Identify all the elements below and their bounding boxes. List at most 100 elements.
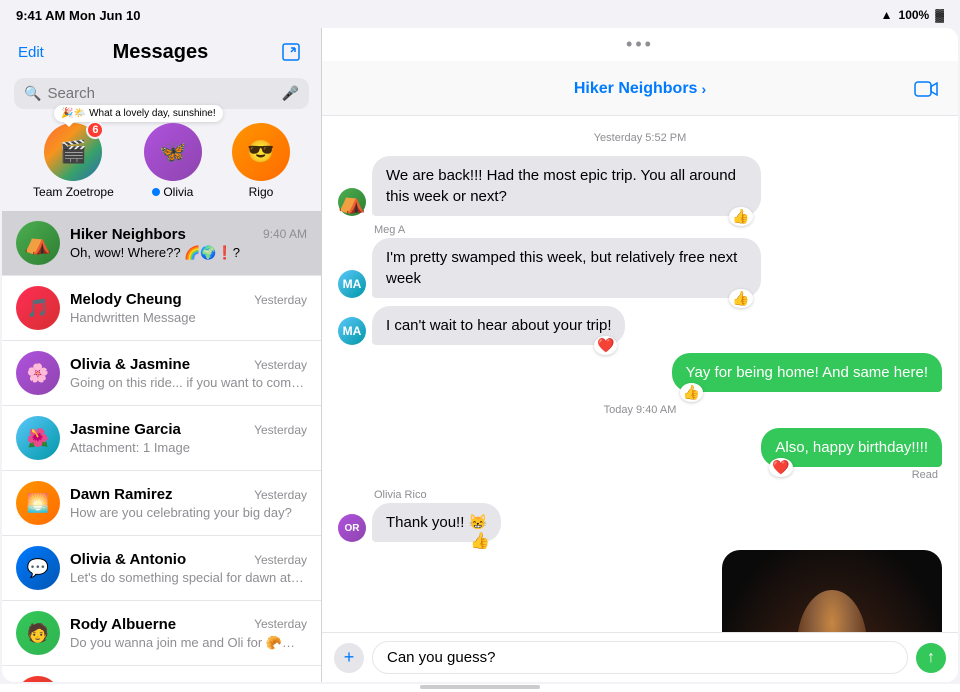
chat-header: Hiker Neighbors › xyxy=(322,61,958,116)
timestamp-today: Today 9:40 AM xyxy=(338,404,942,416)
msg-time-hiker: 9:40 AM xyxy=(263,227,307,241)
sidebar-title: Messages xyxy=(44,41,277,64)
send-button[interactable]: ↑ xyxy=(916,643,946,673)
pinned-name-rigo: Rigo xyxy=(249,185,274,199)
home-indicator-bar xyxy=(420,685,540,689)
msg-row-6: Olivia Rico OR Thank you!! 😸 👍 xyxy=(338,489,501,542)
msg-content-hiker: Hiker Neighbors 9:40 AM Oh, wow! Where??… xyxy=(70,226,307,261)
conversation-item-jasmine[interactable]: 🌺 Jasmine Garcia Yesterday Attachment: 1… xyxy=(2,406,321,471)
sender-name-2: Meg A xyxy=(338,224,761,236)
msg-preview-oa: Let's do something special for dawn at t… xyxy=(70,570,307,585)
msg-content-rody: Rody Albuerne Yesterday Do you wanna joi… xyxy=(70,616,307,651)
photo-content xyxy=(722,550,942,632)
avatar-olivia-jasmine: 🌸 xyxy=(16,351,60,395)
video-call-button[interactable] xyxy=(910,73,942,105)
battery-label: 100% xyxy=(899,8,930,22)
avatar-mega-2: MA xyxy=(338,317,366,345)
msg-row-1: ⛺ We are back!!! Had the most epic trip.… xyxy=(338,156,761,216)
msg-preview-dawn: How are you celebrating your big day? xyxy=(70,505,307,520)
avatar-olivia-rico: OR xyxy=(338,514,366,542)
avatar-hiker: ⛺ xyxy=(16,221,60,265)
messages-area: Yesterday 5:52 PM ⛺ We are back!!! Had t… xyxy=(322,116,958,632)
conversation-item-hiker-neighbors[interactable]: ⛺ Hiker Neighbors 9:40 AM Oh, wow! Where… xyxy=(2,211,321,276)
conversation-item-olivia-jasmine[interactable]: 🌸 Olivia & Jasmine Yesterday Going on th… xyxy=(2,341,321,406)
reaction-6: 👍 xyxy=(467,530,493,552)
msg-preview-jasmine: Attachment: 1 Image xyxy=(70,440,307,455)
msg-time-dawn: Yesterday xyxy=(254,488,307,502)
reaction-4: 👍 xyxy=(680,383,703,402)
msg-content-jasmine: Jasmine Garcia Yesterday Attachment: 1 I… xyxy=(70,421,307,455)
msg-name-oj: Olivia & Jasmine xyxy=(70,356,190,373)
three-dots: ••• xyxy=(322,28,958,61)
pinned-contact-rigo[interactable]: 😎 Rigo xyxy=(232,123,290,199)
status-bar: 9:41 AM Mon Jun 10 ▲ 100% ▓ xyxy=(0,0,960,28)
edit-button[interactable]: Edit xyxy=(18,44,44,61)
compose-button[interactable] xyxy=(277,38,305,66)
msg-preview-oj: Going on this ride... if you want to com… xyxy=(70,375,307,390)
msg-time-rody: Yesterday xyxy=(254,617,307,631)
message-list: ⛺ Hiker Neighbors 9:40 AM Oh, wow! Where… xyxy=(2,211,321,682)
msg-name-jasmine: Jasmine Garcia xyxy=(70,421,181,438)
reaction-5: ❤️ xyxy=(769,458,792,477)
reaction-1: 👍 xyxy=(729,207,752,226)
speech-bubble: 🎉🌤️ What a lovely day, sunshine! xyxy=(54,105,222,122)
msg-preview-rody: Do you wanna join me and Oli for 🥐🍳🧋 bre… xyxy=(70,635,307,651)
msg-content-oj: Olivia & Jasmine Yesterday Going on this… xyxy=(70,356,307,390)
bubble-2: I'm pretty swamped this week, but relati… xyxy=(372,238,761,298)
msg-time-oj: Yesterday xyxy=(254,358,307,372)
msg-row-5: Also, happy birthday!!!! ❤️ Read xyxy=(761,428,942,481)
msg-time-jasmine: Yesterday xyxy=(254,423,307,437)
pinned-name-team: Team Zoetrope xyxy=(33,185,114,199)
msg-name-oa: Olivia & Antonio xyxy=(70,551,186,568)
msg-content-oa: Olivia & Antonio Yesterday Let's do some… xyxy=(70,551,307,585)
msg-content-dawn: Dawn Ramirez Yesterday How are you celeb… xyxy=(70,486,307,520)
sidebar-header: Edit Messages xyxy=(2,28,321,74)
avatar-rody: 🧑 xyxy=(16,611,60,655)
add-button[interactable]: + xyxy=(334,643,364,673)
chat-title: Hiker Neighbors xyxy=(574,80,698,98)
msg-preview-hiker: Oh, wow! Where?? 🌈🌍❗? xyxy=(70,245,307,261)
msg-row-3: MA I can't wait to hear about your trip!… xyxy=(338,306,625,345)
msg-time-melody: Yesterday xyxy=(254,293,307,307)
msg-name-hiker: Hiker Neighbors xyxy=(70,226,186,243)
battery-icon: ▓ xyxy=(935,8,944,22)
msg-row-2: Meg A MA I'm pretty swamped this week, b… xyxy=(338,224,761,298)
chevron-right-icon: › xyxy=(701,81,706,97)
msg-row-4: Yay for being home! And same here! 👍 xyxy=(672,353,942,392)
conversation-item-dawn[interactable]: 🌅 Dawn Ramirez Yesterday How are you cel… xyxy=(2,471,321,536)
avatar-sender-hiker: ⛺ xyxy=(338,188,366,216)
search-icon: 🔍 xyxy=(24,85,41,102)
bubble-4: Yay for being home! And same here! xyxy=(672,353,942,392)
msg-content-melody: Melody Cheung Yesterday Handwritten Mess… xyxy=(70,291,307,325)
conversation-item-melody[interactable]: 🎵 Melody Cheung Yesterday Handwritten Me… xyxy=(2,276,321,341)
msg-name-rody: Rody Albuerne xyxy=(70,616,176,633)
avatar-rigo: 😎 xyxy=(232,123,290,181)
msg-preview-melody: Handwritten Message xyxy=(70,310,307,325)
msg-name-melody: Melody Cheung xyxy=(70,291,182,308)
msg-name-dawn: Dawn Ramirez xyxy=(70,486,173,503)
pinned-name-olivia: Olivia xyxy=(152,185,193,199)
avatar-mega: MA xyxy=(338,270,366,298)
app-container: Edit Messages 🔍 🎤 🎉🌤️ What a lovely day,… xyxy=(2,28,958,682)
avatar-jasmine: 🌺 xyxy=(16,416,60,460)
mic-icon[interactable]: 🎤 xyxy=(282,85,299,102)
conversation-item-antonio[interactable]: 👤 Antonio Manríquez Yesterday xyxy=(2,666,321,682)
chat-title-area[interactable]: Hiker Neighbors › xyxy=(574,80,706,98)
msg-time-oa: Yesterday xyxy=(254,553,307,567)
pinned-contact-team-zoetrope[interactable]: 🎉🌤️ What a lovely day, sunshine! 🎬 6 Tea… xyxy=(33,123,114,199)
pinned-contact-olivia[interactable]: 🦋 Olivia xyxy=(144,123,202,199)
home-indicator xyxy=(0,684,960,692)
conversation-item-rody[interactable]: 🧑 Rody Albuerne Yesterday Do you wanna j… xyxy=(2,601,321,666)
avatar-dawn: 🌅 xyxy=(16,481,60,525)
search-input[interactable] xyxy=(47,85,275,102)
pinned-contacts: 🎉🌤️ What a lovely day, sunshine! 🎬 6 Tea… xyxy=(2,117,321,211)
conversation-item-olivia-antonio[interactable]: 💬 Olivia & Antonio Yesterday Let's do so… xyxy=(2,536,321,601)
message-input[interactable] xyxy=(372,641,908,674)
sender-name-6: Olivia Rico xyxy=(338,489,501,501)
input-bar: + ↑ xyxy=(322,632,958,682)
chat-panel: ••• Hiker Neighbors › Yesterday 5:52 PM … xyxy=(322,28,958,682)
photo-silhouette xyxy=(797,590,867,632)
status-right: ▲ 100% ▓ xyxy=(881,8,944,22)
wifi-icon: ▲ xyxy=(881,8,893,22)
avatar-melody: 🎵 xyxy=(16,286,60,330)
